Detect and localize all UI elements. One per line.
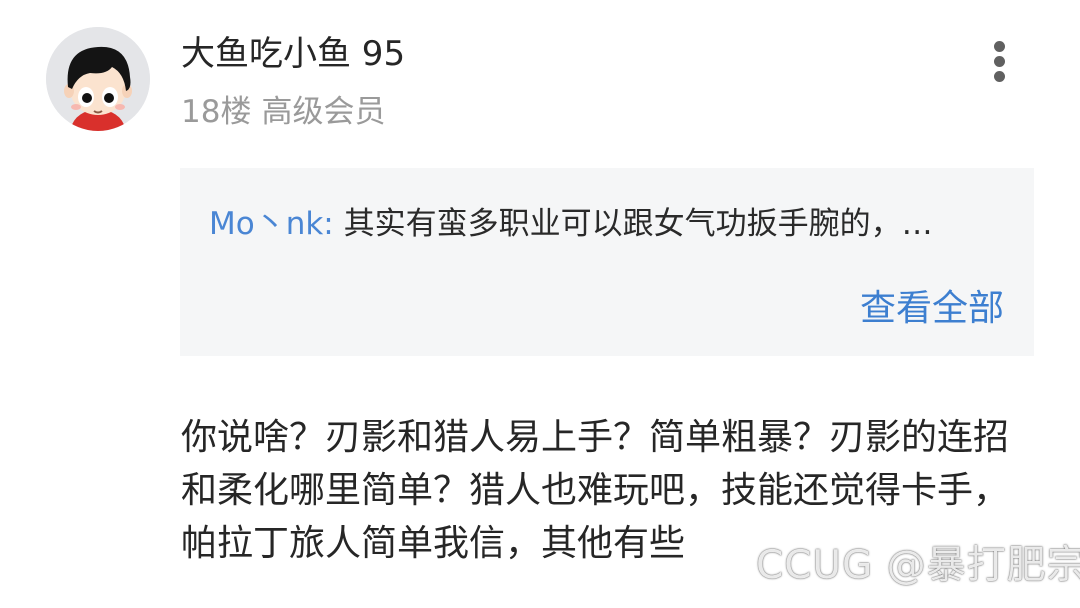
quote-line: Mo丶nk: 其实有蛮多职业可以跟女气功扳手腕的，… xyxy=(209,204,1009,244)
cartoon-boy-avatar-icon xyxy=(46,27,150,131)
quoted-reply[interactable]: Mo丶nk: 其实有蛮多职业可以跟女气功扳手腕的，… 查看全部 xyxy=(180,168,1034,356)
username[interactable]: 大鱼吃小鱼 95 xyxy=(181,34,405,74)
view-all-link[interactable]: 查看全部 xyxy=(860,287,1004,331)
post-meta: 18楼 高级会员 xyxy=(181,93,385,131)
floor-number: 18楼 xyxy=(181,94,252,130)
watermark: CCUG @暴打肥宗 xyxy=(756,543,1080,588)
quote-text: 其实有蛮多职业可以跟女气功扳手腕的，… xyxy=(343,206,933,242)
quote-author[interactable]: Mo丶nk: xyxy=(209,206,334,242)
member-level-badge: 高级会员 xyxy=(261,94,386,130)
avatar[interactable] xyxy=(46,27,150,131)
more-options-button[interactable] xyxy=(980,38,1020,84)
